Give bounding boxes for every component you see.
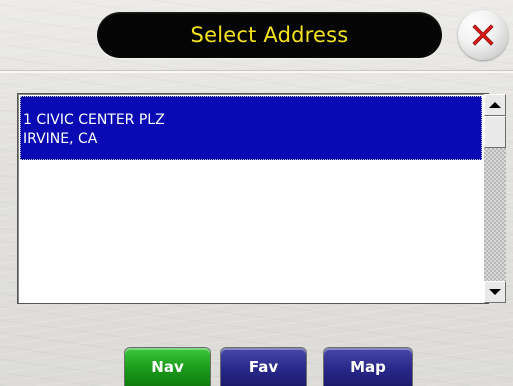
address-street: 1 CIVIC CENTER PLZ <box>23 112 165 128</box>
close-button[interactable] <box>458 10 508 60</box>
header-divider <box>0 70 513 73</box>
address-city: IRVINE, CA <box>23 131 98 147</box>
fav-button[interactable]: Fav <box>221 348 306 386</box>
arrow-up-icon <box>489 102 501 108</box>
scrollbar-thumb[interactable] <box>484 116 506 148</box>
header-bar: Select Address <box>0 0 513 70</box>
map-button[interactable]: Map <box>324 348 412 386</box>
nav-button[interactable]: Nav <box>125 348 210 386</box>
vertical-scrollbar[interactable] <box>484 94 506 303</box>
close-x-icon <box>472 24 494 46</box>
arrow-down-icon <box>489 289 501 295</box>
bottom-button-bar: Nav Fav Map <box>0 344 513 386</box>
address-list: 1 CIVIC CENTER PLZ IRVINE, CA <box>18 94 484 303</box>
address-list-box: 1 CIVIC CENTER PLZ IRVINE, CA <box>17 93 506 304</box>
scroll-up-button[interactable] <box>484 94 506 116</box>
page-title: Select Address <box>190 23 349 47</box>
list-item-address[interactable]: 1 CIVIC CENTER PLZ IRVINE, CA <box>20 96 482 160</box>
title-pill: Select Address <box>97 12 442 58</box>
scroll-down-button[interactable] <box>484 281 506 303</box>
